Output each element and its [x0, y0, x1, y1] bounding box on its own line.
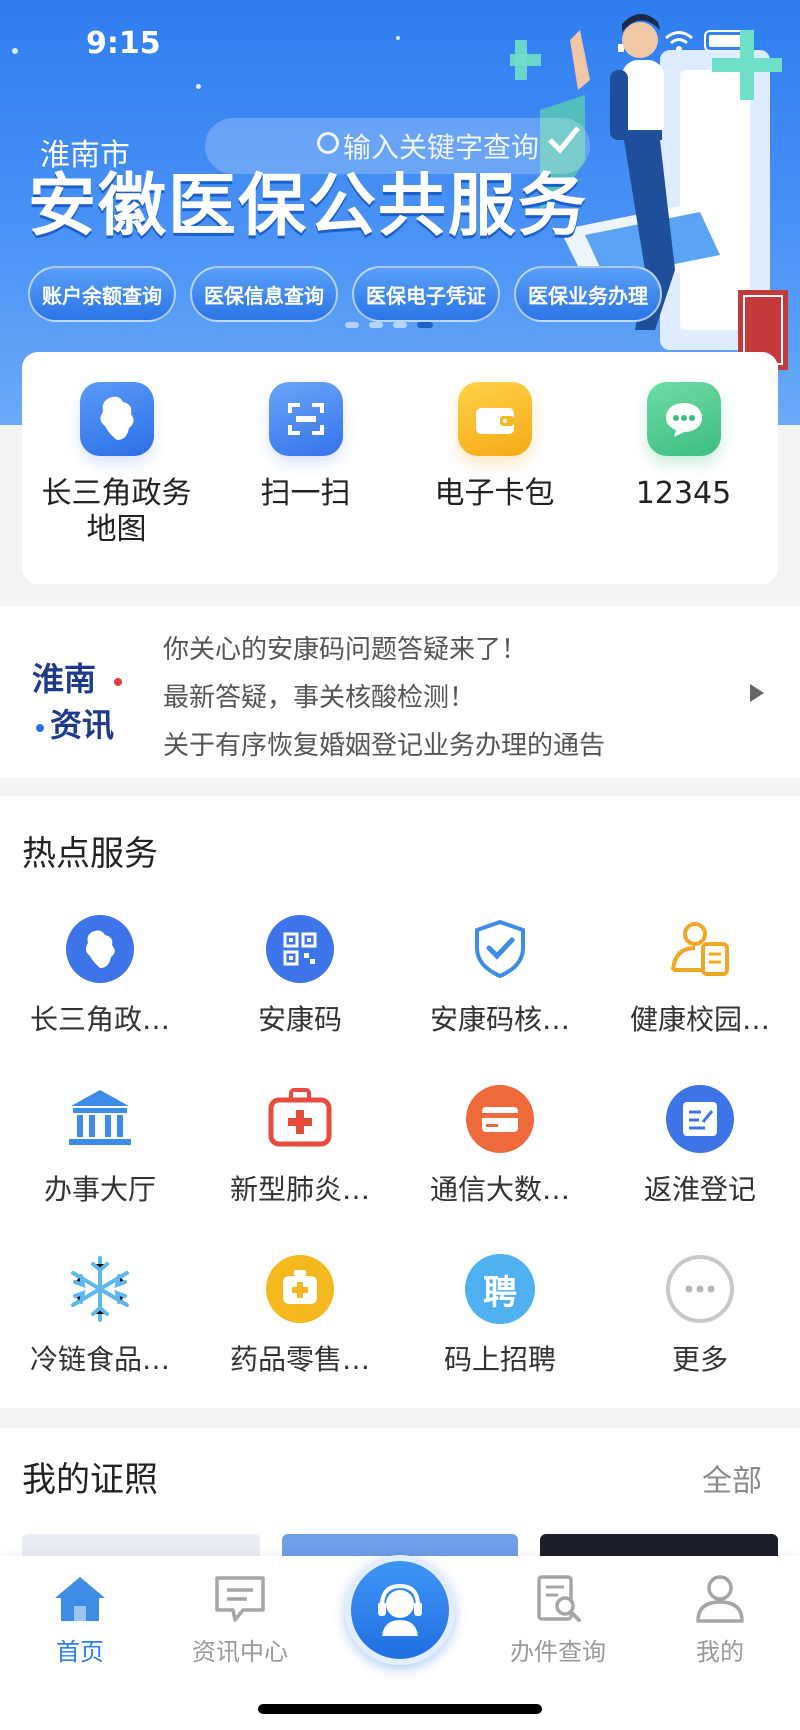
play-arrow-icon[interactable] [748, 682, 766, 704]
service-label: 安康码核… [429, 1003, 570, 1036]
service-label: 药品零售… [229, 1343, 370, 1376]
wallet-icon [457, 382, 532, 456]
quick-item-label: 扫一扫 [260, 476, 351, 511]
service-item[interactable]: 长三角政… [0, 914, 200, 1084]
snowflake-icon [65, 1254, 135, 1324]
quick-item-12345[interactable]: 12345 [589, 352, 778, 584]
service-item[interactable]: 安康码 [200, 914, 400, 1084]
edit-form-icon [665, 1084, 735, 1154]
tab-label: 我的 [696, 1638, 744, 1666]
certificate-card[interactable] [22, 1534, 260, 1558]
government-building-icon [65, 1084, 135, 1154]
section-title: 我的证照 [22, 1460, 158, 1500]
banner-pills: 账户余额查询 医保信息查询 医保电子凭证 医保业务办理 [28, 266, 662, 322]
certificate-card[interactable] [540, 1534, 778, 1558]
hot-services-section: 热点服务 长三角政… 安康码 安康码核… 健康校园… 办事大厅 新型肺炎… 通信… [0, 796, 800, 1408]
pill-business[interactable]: 医保业务办理 [514, 266, 662, 322]
service-item[interactable]: 更多 [600, 1254, 800, 1424]
tab-home[interactable]: 首页 [10, 1556, 150, 1667]
service-item[interactable]: 办事大厅 [0, 1084, 200, 1254]
pill-insurance-info[interactable]: 医保信息查询 [190, 266, 338, 322]
news-item[interactable]: 最新答疑，事关核酸检测！ [163, 674, 605, 722]
service-item[interactable]: 安康码核… [400, 914, 600, 1084]
quick-item-scan[interactable]: 扫一扫 [211, 352, 400, 584]
tab-news-center[interactable]: 资讯中心 [170, 1556, 310, 1667]
quick-item-label: 长三角政务地图 [41, 476, 192, 547]
news-logo: 淮南 资讯 [30, 648, 140, 748]
map-icon [65, 914, 135, 984]
recruit-glyph: 聘 [483, 1272, 517, 1313]
service-item[interactable]: 冷链食品… [0, 1254, 200, 1424]
tab-case-query[interactable]: 办件查询 [488, 1556, 628, 1667]
scan-icon [268, 382, 343, 456]
tab-label: 资讯中心 [192, 1638, 288, 1666]
tab-label: 首页 [56, 1638, 104, 1666]
quick-item-label: 电子卡包 [434, 476, 555, 511]
qrcode-icon [265, 914, 335, 984]
service-label: 新型肺炎… [229, 1173, 370, 1206]
service-item[interactable]: 药品零售… [200, 1254, 400, 1424]
home-indicator [258, 1704, 542, 1714]
service-label: 办事大厅 [43, 1173, 156, 1206]
chat-icon [646, 382, 721, 456]
section-title: 热点服务 [22, 834, 158, 874]
tab-mine[interactable]: 我的 [650, 1556, 790, 1667]
quick-actions-panel: 长三角政务地图 扫一扫 电子卡包 12345 [22, 352, 778, 584]
quick-item-label: 12345 [635, 476, 732, 511]
news-list: 你关心的安康码问题答疑来了！ 最新答疑，事关核酸检测！ 关于有序恢复婚姻登记业务… [163, 626, 605, 770]
map-icon [79, 382, 154, 456]
service-label: 安康码 [257, 1003, 342, 1036]
service-label: 健康校园… [629, 1003, 770, 1036]
certificates-section: 我的证照 全部 [0, 1428, 800, 1558]
service-label: 长三角政… [29, 1003, 170, 1036]
tab-label: 办件查询 [510, 1638, 606, 1666]
view-all-link[interactable]: 全部 [702, 1456, 762, 1500]
news-item[interactable]: 关于有序恢复婚姻登记业务办理的通告 [163, 722, 605, 770]
medical-kit-icon [265, 1084, 335, 1154]
card-icon [465, 1084, 535, 1154]
pill-e-voucher[interactable]: 医保电子凭证 [352, 266, 500, 322]
service-item[interactable]: 新型肺炎… [200, 1084, 400, 1254]
more-icon [665, 1254, 735, 1324]
banner-title: 安徽医保公共服务 [28, 167, 589, 246]
service-grid: 长三角政… 安康码 安康码核… 健康校园… 办事大厅 新型肺炎… 通信大数… 返… [0, 914, 800, 1424]
status-time: 9:15 [86, 26, 161, 61]
news-logo-line2: 资讯 [50, 706, 115, 744]
service-label: 码上招聘 [443, 1343, 556, 1376]
customer-service-button[interactable] [345, 1555, 455, 1665]
pill-account-balance[interactable]: 账户余额查询 [28, 266, 176, 322]
service-item[interactable]: 健康校园… [600, 914, 800, 1084]
document-search-icon [537, 1575, 581, 1622]
service-item[interactable]: 聘 码上招聘 [400, 1254, 600, 1424]
medicine-box-icon [265, 1254, 335, 1324]
recruit-icon: 聘 [465, 1254, 535, 1324]
quick-item-map[interactable]: 长三角政务地图 [22, 352, 211, 584]
service-label: 通信大数… [429, 1173, 570, 1206]
news-logo-line1: 淮南 [32, 660, 97, 698]
customer-service-icon [378, 1583, 422, 1636]
message-icon [215, 1576, 265, 1622]
home-icon [55, 1577, 105, 1621]
news-ticker[interactable]: 淮南 资讯 你关心的安康码问题答疑来了！ 最新答疑，事关核酸检测！ 关于有序恢复… [0, 606, 800, 778]
service-item[interactable]: 通信大数… [400, 1084, 600, 1254]
carousel-indicators [345, 322, 433, 328]
service-label: 返淮登记 [643, 1173, 756, 1206]
quick-item-wallet[interactable]: 电子卡包 [400, 352, 589, 584]
user-icon [696, 1575, 744, 1623]
service-label: 冷链食品… [29, 1343, 170, 1376]
service-item[interactable]: 返淮登记 [600, 1084, 800, 1254]
news-item[interactable]: 你关心的安康码问题答疑来了！ [163, 626, 605, 674]
screen: 9:15 淮南市 输入关键字查询 安徽医保公共服务 账户余额查询 医保信息查询 … [0, 0, 800, 1730]
shield-check-icon [465, 914, 535, 984]
service-label: 更多 [671, 1343, 728, 1376]
person-card-icon [665, 914, 735, 984]
